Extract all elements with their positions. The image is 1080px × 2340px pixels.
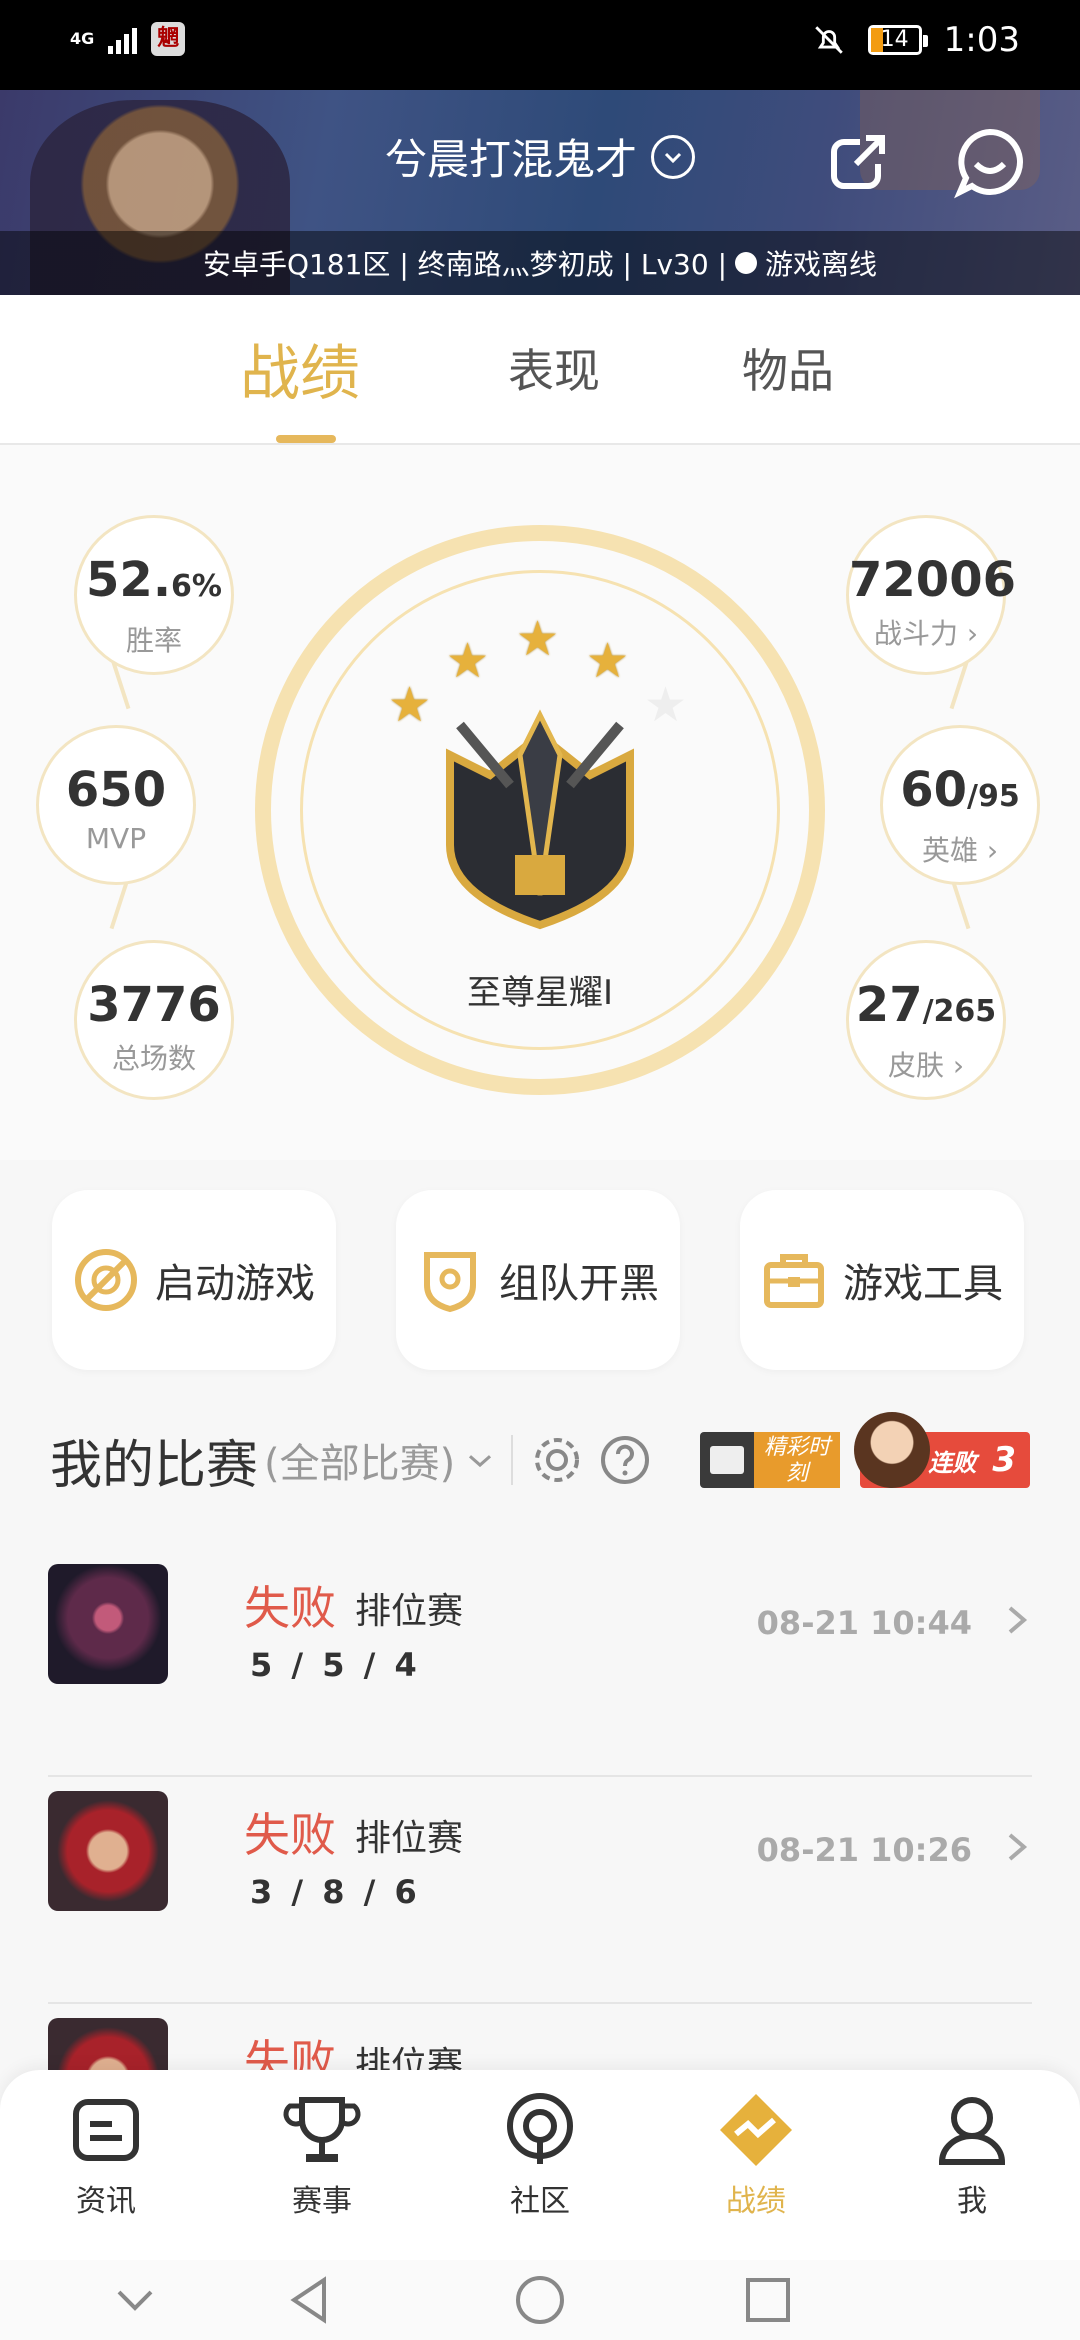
nav-record[interactable]: 战绩 [686,2090,826,2220]
chevron-down-icon[interactable] [465,1445,495,1475]
nav-events[interactable]: 赛事 [252,2090,392,2220]
hero-avatar [854,1412,930,1488]
signal-icon [108,24,138,54]
chat-icon[interactable] [952,124,1028,200]
network-type: 4G [70,29,95,48]
highlight-label: 精彩时刻 [754,1432,840,1488]
hero-thumbnail [48,1791,168,1911]
person-icon [938,2097,1006,2165]
highlight-moments-banner[interactable]: 精彩时刻 [700,1432,840,1488]
rank-name: 至尊星耀I [466,973,614,1013]
game-tools-button[interactable]: 游戏工具 [740,1190,1024,1370]
match-result: 失败 [244,1581,336,1635]
hero-thumbnail [48,1564,168,1684]
match-kda: 3 / 8 / 6 [250,1873,421,1911]
chevron-right-icon [1008,1833,1028,1861]
chevron-right-icon [1008,1606,1028,1634]
stats-panel: 52.6% 胜率 650 MVP 3776 总场数 72006 战斗力 › 60… [0,445,1080,1160]
bottom-nav: 资讯 赛事 社区 战绩 我 [0,2070,1080,2260]
status-dot-icon [735,252,758,274]
recents-icon[interactable] [738,2270,798,2330]
win-rate-stat[interactable]: 52.6% 胜率 [74,515,234,675]
chevron-down-icon[interactable] [105,2270,165,2330]
streak-label: 连败 [928,1449,977,1477]
launch-icon [75,1249,137,1311]
nickname-row[interactable]: 兮晨打混鬼才 [0,126,1080,187]
total-games-stat[interactable]: 3776 总场数 [74,940,234,1100]
power-stat[interactable]: 72006 战斗力 › [846,515,1016,675]
tab-performance[interactable]: 表现 [508,335,600,401]
tab-record[interactable]: 战绩 [240,325,360,412]
match-type: 排位赛 [355,1818,464,1859]
community-icon [507,2093,573,2164]
chevron-down-icon[interactable] [651,134,695,179]
tab-items[interactable]: 物品 [742,335,834,401]
online-status: 游戏离线 [765,248,878,281]
toolbox-icon [764,1254,824,1308]
video-icon [710,1446,744,1474]
trophy-icon [283,2097,361,2162]
gear-icon[interactable] [529,1432,585,1488]
record-icon [720,2094,792,2166]
mvp-stat[interactable]: 650 MVP [36,725,196,885]
match-list-title: 我的比赛 [50,1435,259,1496]
divider [511,1435,514,1485]
match-time: 08-21 10:26 [756,1831,972,1869]
share-icon[interactable] [820,124,896,200]
losing-streak-banner[interactable]: 连败 3 [854,1412,1030,1488]
shield-icon [424,1252,476,1313]
tab-indicator [276,435,336,443]
star-icon: ★ [586,633,630,689]
nickname: 兮晨打混鬼才 [384,135,637,184]
match-filter[interactable]: (全部比赛) [264,1431,455,1489]
status-right: 14 1:03 [812,20,1020,60]
match-row[interactable]: 失败 排位赛 5 / 5 / 4 08-21 10:44 [48,1550,1032,1777]
heroes-stat[interactable]: 60/95 英雄 › [880,725,1040,885]
match-kda: 5 / 5 / 4 [250,1646,421,1684]
team-up-button[interactable]: 组队开黑 [396,1190,680,1370]
status-left: 4G 魍 [70,22,186,56]
help-icon[interactable] [597,1432,653,1488]
player-info: 安卓手Q181区 | 终南路灬梦初成 | Lv30 | [202,248,728,281]
app-notification-icon: 魍 [151,22,186,56]
back-icon[interactable] [280,2270,340,2330]
star-icon: ★ [446,633,490,689]
profile-banner: 兮晨打混鬼才 安卓手Q181区 | 终南路灬梦初成 | Lv30 | 游戏离线 [0,90,1080,295]
skins-stat[interactable]: 27/265 皮肤 › [846,940,1006,1100]
status-bar: 4G 魍 14 1:03 [0,0,1080,90]
nav-news[interactable]: 资讯 [36,2090,176,2220]
battery-icon: 14 [867,25,928,55]
match-result: 失败 [244,1808,336,1862]
nav-me[interactable]: 我 [902,2090,1042,2220]
rank-badge-icon[interactable] [420,695,660,935]
home-icon[interactable] [510,2270,570,2330]
launch-game-button[interactable]: 启动游戏 [52,1190,336,1370]
mute-icon [814,26,843,54]
star-icon: ★ [516,611,560,667]
nav-community[interactable]: 社区 [470,2090,610,2220]
match-time: 08-21 10:44 [756,1604,972,1642]
system-nav-bar [0,2260,1080,2340]
news-icon [73,2099,139,2161]
match-type: 排位赛 [355,1591,464,1632]
streak-count: 3 [992,1440,1016,1480]
player-info-bar: 安卓手Q181区 | 终南路灬梦初成 | Lv30 | 游戏离线 [0,231,1080,295]
clock: 1:03 [943,20,1020,60]
tab-bar: 战绩 表现 物品 [0,295,1080,445]
match-row[interactable]: 失败 排位赛 3 / 8 / 6 08-21 10:26 [48,1777,1032,2004]
